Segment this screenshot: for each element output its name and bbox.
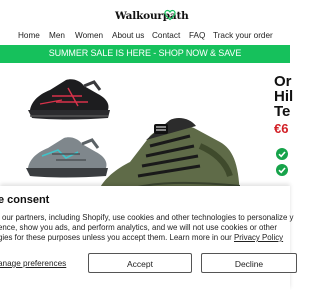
site-header: Walkourpath Home Men Women About us Cont…	[0, 0, 290, 44]
consent-body: l our partners, including Shopify, use c…	[0, 213, 298, 243]
nav-faq[interactable]: FAQ	[189, 31, 205, 40]
accept-button[interactable]: Accept	[88, 253, 192, 273]
consent-line: ence, show you ads, and perform analytic…	[0, 223, 277, 232]
consent-line: l our partners, including Shopify, use c…	[0, 213, 294, 222]
sale-banner-text: SUMMER SALE IS HERE - SHOP NOW & SAVE	[48, 48, 242, 58]
manage-preferences-link[interactable]: anage preferences	[0, 259, 66, 268]
olive-hiking-shoe-main-image	[96, 118, 240, 194]
product-price: €6	[274, 121, 289, 136]
cookie-consent-banner: e consent l our partners, including Shop…	[0, 186, 297, 290]
check-circle-icon	[276, 164, 288, 176]
nav-men[interactable]: Men	[49, 31, 65, 40]
check-circle-icon	[276, 148, 288, 160]
consent-line: gies for these purposes unless you accep…	[0, 233, 298, 243]
nav-track-order[interactable]: Track your order	[213, 31, 273, 40]
decline-button[interactable]: Decline	[201, 253, 297, 273]
product-title: Or Hil Te	[274, 73, 294, 120]
nav-contact[interactable]: Contact	[152, 31, 180, 40]
heart-outline-icon	[164, 9, 176, 21]
nav-women[interactable]: Women	[75, 31, 103, 40]
site-logo[interactable]: Walkourpath	[115, 10, 189, 22]
product-gallery	[0, 64, 270, 194]
consent-line-text: gies for these purposes unless you accep…	[0, 233, 234, 242]
nav-home[interactable]: Home	[18, 31, 40, 40]
nav-about-us[interactable]: About us	[112, 31, 144, 40]
consent-title: e consent	[0, 194, 50, 206]
sale-banner[interactable]: SUMMER SALE IS HERE - SHOP NOW & SAVE	[0, 45, 290, 63]
privacy-policy-link[interactable]: Privacy Policy	[234, 233, 283, 242]
main-nav: Home Men Women About us Contact FAQ Trac…	[0, 31, 290, 43]
